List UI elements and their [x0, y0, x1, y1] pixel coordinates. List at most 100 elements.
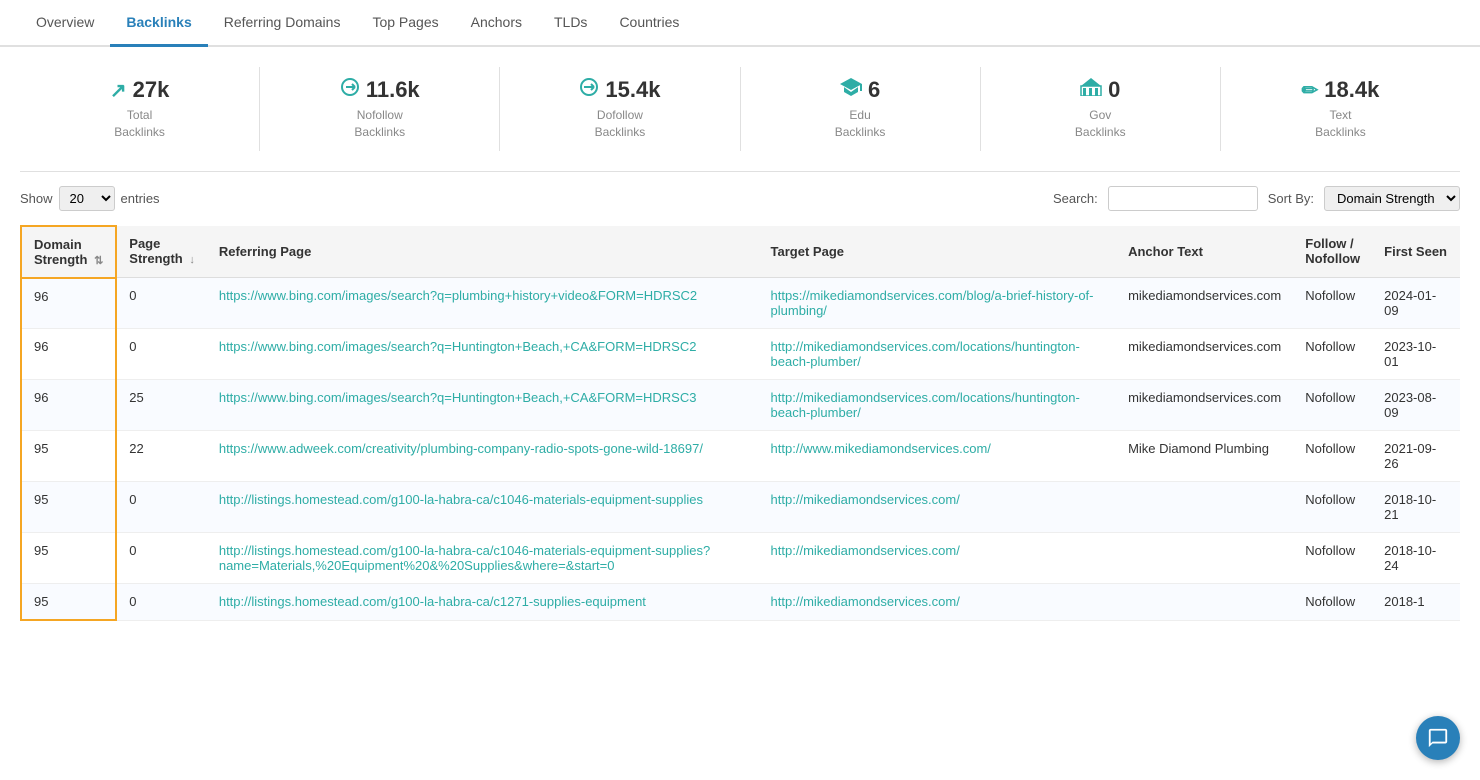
tab-backlinks[interactable]: Backlinks: [110, 0, 207, 47]
cell-domain-strength: 96: [21, 278, 116, 329]
target-page-link[interactable]: http://www.mikediamondservices.com/: [771, 441, 991, 456]
tab-referring-domains[interactable]: Referring Domains: [208, 0, 357, 47]
cell-anchor-text: mikediamondservices.com: [1116, 278, 1293, 329]
table-header: DomainStrength ⇅ PageStrength ↓ Referrin…: [21, 226, 1460, 278]
sort-label: Sort By:: [1268, 191, 1314, 206]
cell-first-seen: 2021-09-26: [1372, 431, 1460, 482]
target-page-link[interactable]: http://mikediamondservices.com/: [771, 543, 960, 558]
cell-target-page: http://mikediamondservices.com/locations…: [759, 380, 1117, 431]
cell-first-seen: 2018-10-24: [1372, 533, 1460, 584]
cell-first-seen: 2023-08-09: [1372, 380, 1460, 431]
cell-page-strength: 0: [116, 278, 207, 329]
dofollow-backlinks-label: DofollowBacklinks: [520, 107, 719, 141]
cell-anchor-text: [1116, 533, 1293, 584]
table-row: 9625 https://www.bing.com/images/search?q…: [21, 380, 1460, 431]
referring-page-link[interactable]: https://www.bing.com/images/search?q=plu…: [219, 288, 697, 303]
cell-page-strength: 0: [116, 482, 207, 533]
cell-first-seen: 2018-10-21: [1372, 482, 1460, 533]
gov-backlinks-label: GovBacklinks: [1001, 107, 1200, 141]
cell-domain-strength: 95: [21, 584, 116, 621]
chat-button[interactable]: [1416, 716, 1460, 760]
tab-top-pages[interactable]: Top Pages: [356, 0, 454, 47]
show-select[interactable]: 20 10 50 100: [59, 186, 115, 211]
tab-overview[interactable]: Overview: [20, 0, 110, 47]
dofollow-icon: [579, 77, 599, 103]
nofollow-backlinks-label: NofollowBacklinks: [280, 107, 479, 141]
gov-backlinks-value: 0: [1108, 77, 1120, 103]
target-page-link[interactable]: http://mikediamondservices.com/: [771, 492, 960, 507]
cell-domain-strength: 96: [21, 329, 116, 380]
col-header-domain-strength[interactable]: DomainStrength ⇅: [21, 226, 116, 278]
search-label: Search:: [1053, 191, 1098, 206]
edu-icon: [840, 78, 862, 102]
cell-target-page: https://mikediamondservices.com/blog/a-b…: [759, 278, 1117, 329]
cell-target-page: http://mikediamondservices.com/: [759, 533, 1117, 584]
table-row: 960 https://www.bing.com/images/search?q=…: [21, 329, 1460, 380]
nav-tabs: Overview Backlinks Referring Domains Top…: [0, 0, 1480, 47]
dofollow-backlinks-value: 15.4k: [605, 77, 660, 103]
table-row: 950 http://listings.homestead.com/g100-la…: [21, 584, 1460, 621]
target-page-link[interactable]: http://mikediamondservices.com/: [771, 594, 960, 609]
text-backlinks-value: 18.4k: [1324, 77, 1379, 103]
cell-target-page: http://mikediamondservices.com/: [759, 584, 1117, 621]
cell-anchor-text: mikediamondservices.com: [1116, 329, 1293, 380]
cell-referring-page: https://www.adweek.com/creativity/plumbi…: [207, 431, 759, 482]
backlinks-table: DomainStrength ⇅ PageStrength ↓ Referrin…: [20, 225, 1460, 622]
table-row: 960 https://www.bing.com/images/search?q=…: [21, 278, 1460, 329]
col-header-follow: Follow /Nofollow: [1293, 226, 1372, 278]
stat-text-backlinks: ✏ 18.4k TextBacklinks: [1221, 67, 1460, 151]
external-link-icon: ↗: [110, 78, 127, 103]
cell-page-strength: 0: [116, 584, 207, 621]
cell-first-seen: 2024-01-09: [1372, 278, 1460, 329]
referring-page-link[interactable]: https://www.bing.com/images/search?q=Hun…: [219, 339, 697, 354]
cell-follow: Nofollow: [1293, 329, 1372, 380]
tab-countries[interactable]: Countries: [603, 0, 695, 47]
referring-page-link[interactable]: http://listings.homestead.com/g100-la-ha…: [219, 594, 646, 609]
tab-anchors[interactable]: Anchors: [455, 0, 538, 47]
stat-gov-backlinks: 0 GovBacklinks: [981, 67, 1221, 151]
target-page-link[interactable]: http://mikediamondservices.com/locations…: [771, 390, 1080, 420]
cell-follow: Nofollow: [1293, 482, 1372, 533]
cell-page-strength: 22: [116, 431, 207, 482]
table-wrapper: DomainStrength ⇅ PageStrength ↓ Referrin…: [0, 225, 1480, 642]
referring-page-link[interactable]: https://www.adweek.com/creativity/plumbi…: [219, 441, 703, 456]
cell-anchor-text: mikediamondservices.com: [1116, 380, 1293, 431]
cell-page-strength: 0: [116, 329, 207, 380]
col-header-referring-page: Referring Page: [207, 226, 759, 278]
sort-select[interactable]: Domain Strength Page Strength First Seen: [1324, 186, 1460, 211]
total-backlinks-value: 27k: [133, 77, 170, 103]
text-backlinks-label: TextBacklinks: [1241, 107, 1440, 141]
cell-target-page: http://mikediamondservices.com/: [759, 482, 1117, 533]
cell-page-strength: 25: [116, 380, 207, 431]
cell-follow: Nofollow: [1293, 584, 1372, 621]
cell-target-page: http://mikediamondservices.com/locations…: [759, 329, 1117, 380]
table-row: 950http://listings.homestead.com/g100-la…: [21, 482, 1460, 533]
cell-first-seen: 2018-1: [1372, 584, 1460, 621]
search-input[interactable]: [1108, 186, 1258, 211]
gov-icon: [1080, 78, 1102, 102]
text-icon: ✏: [1302, 78, 1319, 103]
col-header-target-page: Target Page: [759, 226, 1117, 278]
table-row: 9522https://www.adweek.com/creativity/pl…: [21, 431, 1460, 482]
cell-target-page: http://www.mikediamondservices.com/: [759, 431, 1117, 482]
stat-dofollow-backlinks: 15.4k DofollowBacklinks: [500, 67, 740, 151]
target-page-link[interactable]: https://mikediamondservices.com/blog/a-b…: [771, 288, 1094, 318]
stat-total-backlinks: ↗ 27k TotalBacklinks: [20, 67, 260, 151]
table-row: 950http://listings.homestead.com/g100-la…: [21, 533, 1460, 584]
cell-follow: Nofollow: [1293, 431, 1372, 482]
referring-page-link[interactable]: http://listings.homestead.com/g100-la-ha…: [219, 543, 710, 573]
cell-domain-strength: 96: [21, 380, 116, 431]
col-header-page-strength[interactable]: PageStrength ↓: [116, 226, 207, 278]
target-page-link[interactable]: http://mikediamondservices.com/locations…: [771, 339, 1080, 369]
nofollow-icon: [340, 77, 360, 103]
referring-page-link[interactable]: http://listings.homestead.com/g100-la-ha…: [219, 492, 703, 507]
referring-page-link[interactable]: https://www.bing.com/images/search?q=Hun…: [219, 390, 697, 405]
cell-anchor-text: [1116, 584, 1293, 621]
cell-follow: Nofollow: [1293, 278, 1372, 329]
cell-referring-page: https://www.bing.com/images/search?q=Hun…: [207, 329, 759, 380]
cell-anchor-text: Mike Diamond Plumbing: [1116, 431, 1293, 482]
nofollow-backlinks-value: 11.6k: [366, 77, 420, 103]
tab-tlds[interactable]: TLDs: [538, 0, 603, 47]
cell-referring-page: http://listings.homestead.com/g100-la-ha…: [207, 482, 759, 533]
table-body: 960https://www.bing.com/images/search?q=…: [21, 278, 1460, 621]
